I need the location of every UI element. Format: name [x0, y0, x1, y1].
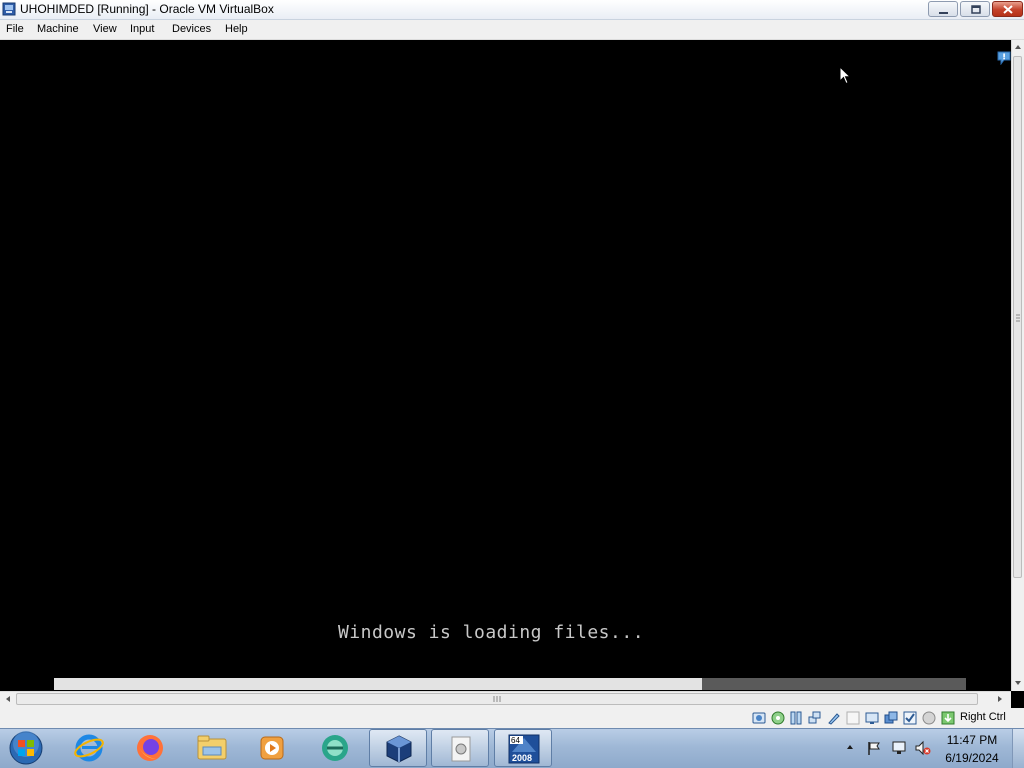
restore-button[interactable] [960, 1, 990, 17]
close-button[interactable] [992, 1, 1023, 17]
grip-icon [1016, 314, 1020, 322]
restore-icon [971, 5, 981, 14]
optical-drive-icon[interactable] [771, 711, 785, 725]
vm-window-icon [451, 736, 471, 762]
show-desktop-button[interactable] [1012, 729, 1024, 768]
menu-machine[interactable]: Machine [37, 23, 79, 35]
clock-time[interactable]: 11:47 PM [930, 733, 1014, 747]
action-center-flag-icon[interactable] [866, 740, 882, 756]
video-capture-icon[interactable] [884, 711, 898, 725]
minimize-icon [939, 12, 948, 14]
boot-message: Windows is loading files... [337, 622, 645, 643]
taskbar-windows-server-2008[interactable]: 64 2008 [494, 729, 552, 767]
windows-server-2008-icon: 64 2008 [508, 734, 540, 764]
scroll-down-icon[interactable] [1013, 678, 1023, 688]
start-button-icon[interactable] [7, 730, 45, 766]
scroll-right-icon[interactable] [995, 694, 1005, 704]
clock-date[interactable]: 6/19/2024 [930, 751, 1014, 765]
taskbar-internet-explorer[interactable] [60, 729, 118, 767]
scroll-up-icon[interactable] [1013, 42, 1023, 52]
vm-display[interactable] [0, 40, 1011, 691]
taskbar-virtualbox[interactable] [369, 729, 427, 767]
host-key-label[interactable]: Right Ctrl [960, 711, 1006, 723]
close-icon [1003, 5, 1013, 14]
os-badge-2008: 2008 [512, 753, 532, 763]
menu-bar: File Machine View Input Devices Help [0, 20, 1024, 40]
menu-view[interactable]: View [93, 23, 117, 35]
network-tray-icon[interactable] [891, 740, 907, 756]
menu-input[interactable]: Input [130, 23, 154, 35]
virtualbox-icon [386, 735, 412, 763]
scroll-left-icon[interactable] [3, 694, 13, 704]
guest-scroll-thumb [54, 678, 702, 690]
taskbar-media-player[interactable] [244, 729, 302, 767]
network-icon[interactable] [808, 711, 822, 725]
taskbar-vm-window[interactable] [431, 729, 489, 767]
keyboard-capture-icon[interactable] [941, 711, 955, 725]
vertical-scroll-thumb[interactable] [1013, 56, 1022, 578]
hard-disk-icon[interactable] [752, 711, 766, 725]
horizontal-scroll-thumb[interactable] [16, 693, 978, 705]
usb-icon[interactable] [827, 711, 841, 725]
taskbar-file-explorer[interactable] [183, 729, 241, 767]
display-icon[interactable] [865, 711, 879, 725]
minimize-button[interactable] [928, 1, 958, 17]
mouse-cursor-icon [839, 66, 851, 85]
greenshot-icon [322, 735, 348, 761]
taskbar-firefox[interactable] [121, 729, 179, 767]
virtualbox-app-icon[interactable] [2, 2, 16, 16]
internet-explorer-icon [74, 734, 104, 762]
shared-folders-icon[interactable] [846, 711, 860, 725]
taskbar-greenshot[interactable] [306, 729, 364, 767]
grip-icon [493, 696, 501, 702]
cpu-icon[interactable] [922, 711, 936, 725]
notification-icon[interactable] [996, 51, 1012, 65]
media-player-icon [260, 736, 284, 760]
firefox-icon [137, 735, 163, 761]
file-explorer-icon [197, 735, 227, 760]
show-hidden-icons-icon[interactable] [845, 742, 855, 752]
volume-muted-icon[interactable] [915, 740, 931, 756]
recording-icon[interactable] [903, 711, 917, 725]
os-badge-64: 64 [511, 736, 520, 745]
window-title: UHOHIMDED [Running] - Oracle VM VirtualB… [20, 2, 274, 16]
menu-help[interactable]: Help [225, 23, 248, 35]
menu-file[interactable]: File [6, 23, 24, 35]
audio-icon[interactable] [789, 711, 803, 725]
menu-devices[interactable]: Devices [172, 23, 211, 35]
